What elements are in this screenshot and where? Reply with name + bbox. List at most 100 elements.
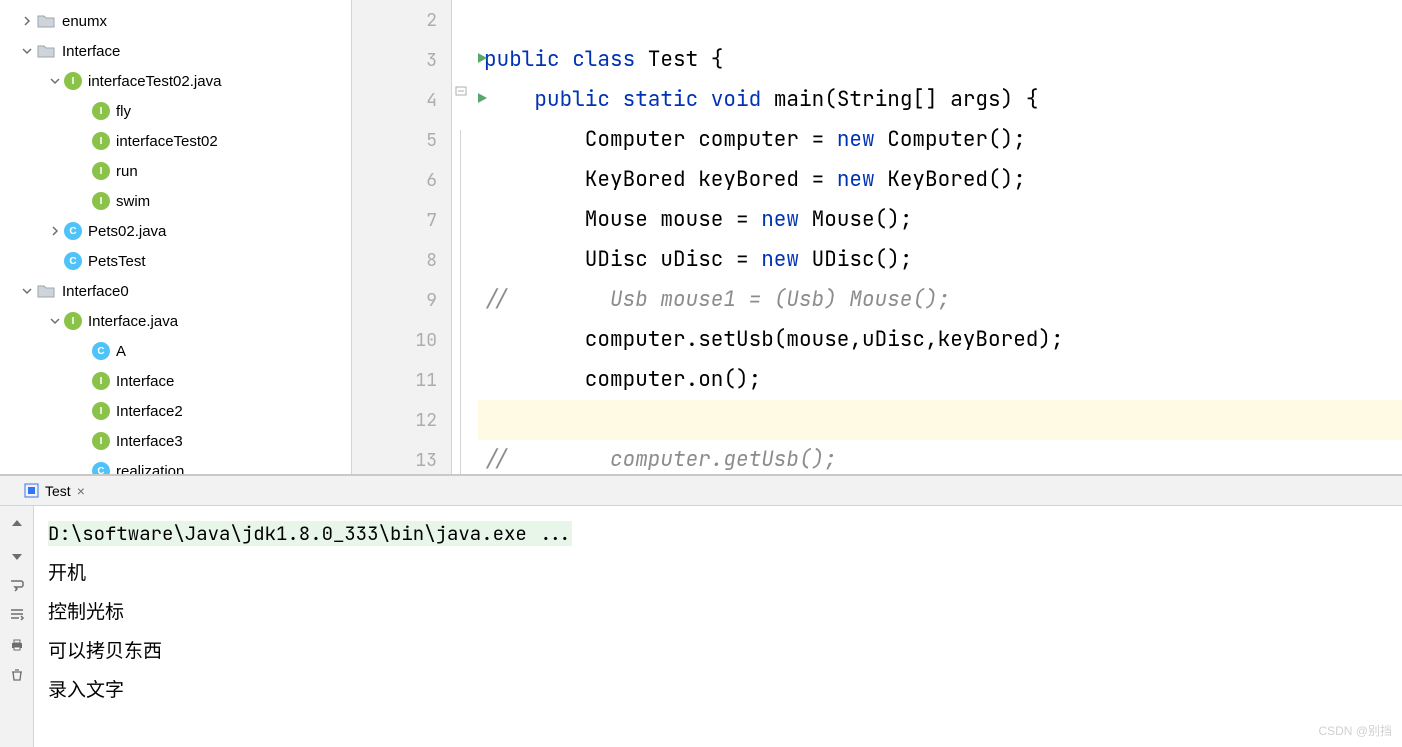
tree-item[interactable]: Interface0 <box>0 276 351 306</box>
line-number: 12 <box>415 409 437 432</box>
console-line: 录入文字 <box>48 670 1388 709</box>
code-line[interactable]: KeyBored keyBored = new KeyBored(); <box>478 160 1402 200</box>
line-number: 11 <box>415 369 437 392</box>
tree-item[interactable]: Interface <box>0 36 351 66</box>
console-command-line: D:\software\Java\jdk1.8.0_333\bin\java.e… <box>48 521 572 546</box>
folder-icon <box>36 11 56 31</box>
line-number: 5 <box>426 129 437 152</box>
folder-icon <box>36 281 56 301</box>
code-line[interactable]: // computer.getUsb(); <box>478 440 1402 474</box>
tree-label: run <box>116 163 138 180</box>
tree-label: Interface.java <box>88 313 178 330</box>
code-line[interactable]: public class Test { <box>478 40 1402 80</box>
scroll-to-end-icon[interactable] <box>6 604 28 626</box>
tree-item[interactable]: CA <box>0 336 351 366</box>
folder-icon <box>36 41 56 61</box>
run-tab-label: Test <box>45 483 71 499</box>
code-line[interactable]: // Usb mouse1 = (Usb) Mouse(); <box>478 280 1402 320</box>
interface-icon: I <box>64 72 82 90</box>
line-number: 8 <box>426 249 437 272</box>
console-output[interactable]: D:\software\Java\jdk1.8.0_333\bin\java.e… <box>34 506 1402 747</box>
console-line: 控制光标 <box>48 592 1388 631</box>
chevron-down-icon[interactable] <box>46 72 64 90</box>
tree-label: swim <box>116 193 150 210</box>
tree-label: A <box>116 343 126 360</box>
tree-item[interactable]: IInterface <box>0 366 351 396</box>
line-number: 13 <box>415 449 437 472</box>
class-icon: C <box>92 462 110 474</box>
code-line[interactable] <box>478 400 1402 440</box>
line-number: 3 <box>426 49 437 72</box>
tree-item[interactable]: C PetsTest <box>0 246 351 276</box>
fold-column <box>452 0 478 474</box>
console-line: 开机 <box>48 553 1388 592</box>
soft-wrap-icon[interactable] <box>6 574 28 596</box>
chevron-down-icon[interactable] <box>18 282 36 300</box>
interface-icon: I <box>92 102 110 120</box>
close-icon[interactable]: × <box>77 483 85 499</box>
tree-label: realization <box>116 463 184 475</box>
line-number: 9 <box>426 289 437 312</box>
line-gutter: 2345678910111213 <box>352 0 452 474</box>
tree-label: Pets02.java <box>88 223 166 240</box>
tree-item[interactable]: I Interface.java <box>0 306 351 336</box>
code-line[interactable]: Mouse mouse = new Mouse(); <box>478 200 1402 240</box>
code-editor[interactable]: 2345678910111213 public class Test { pub… <box>351 0 1402 474</box>
chevron-right-icon[interactable] <box>18 12 36 30</box>
tree-item[interactable]: IInterface3 <box>0 426 351 456</box>
fold-marker-icon[interactable] <box>454 84 468 101</box>
interface-icon: I <box>64 312 82 330</box>
line-number: 2 <box>426 9 437 32</box>
code-line[interactable]: computer.setUsb(mouse,uDisc,keyBored); <box>478 320 1402 360</box>
code-line[interactable]: Computer computer = new Computer(); <box>478 120 1402 160</box>
down-arrow-icon[interactable] <box>6 544 28 566</box>
tree-item[interactable]: C Pets02.java <box>0 216 351 246</box>
chevron-right-icon[interactable] <box>46 222 64 240</box>
tree-label: fly <box>116 103 131 120</box>
class-icon: C <box>92 342 110 360</box>
run-config-icon <box>24 483 39 498</box>
run-tab-test[interactable]: Test × <box>18 483 91 499</box>
class-icon: C <box>64 252 82 270</box>
print-icon[interactable] <box>6 634 28 656</box>
interface-icon: I <box>92 372 110 390</box>
project-tree: enumxInterfaceIinterfaceTest02.javaIflyI… <box>0 0 351 474</box>
tree-label: Interface2 <box>116 403 183 420</box>
interface-icon: I <box>92 402 110 420</box>
tree-label: Interface <box>62 43 120 60</box>
watermark: CSDN @别挡 <box>1318 722 1392 739</box>
up-arrow-icon[interactable] <box>6 514 28 536</box>
tree-item[interactable]: Irun <box>0 156 351 186</box>
code-line[interactable] <box>478 0 1402 40</box>
tree-label: Interface0 <box>62 283 129 300</box>
console-line: 可以拷贝东西 <box>48 631 1388 670</box>
tree-item[interactable]: IinterfaceTest02 <box>0 126 351 156</box>
line-number: 6 <box>426 169 437 192</box>
code-line[interactable]: public static void main(String[] args) { <box>478 80 1402 120</box>
tree-label: Interface3 <box>116 433 183 450</box>
tree-item[interactable]: I Interface2 <box>0 396 351 426</box>
console-toolbar <box>0 506 34 747</box>
code-line[interactable]: UDisc uDisc = new UDisc(); <box>478 240 1402 280</box>
interface-icon: I <box>92 192 110 210</box>
line-number: 4 <box>426 89 437 112</box>
tree-label: PetsTest <box>88 253 146 270</box>
tree-item[interactable]: IinterfaceTest02.java <box>0 66 351 96</box>
code-area[interactable]: public class Test { public static void m… <box>478 0 1402 474</box>
tree-item[interactable]: enumx <box>0 6 351 36</box>
tree-item[interactable]: Ifly <box>0 96 351 126</box>
tree-item[interactable]: Crealization <box>0 456 351 474</box>
chevron-down-icon[interactable] <box>46 312 64 330</box>
code-line[interactable]: computer.on(); <box>478 360 1402 400</box>
class-icon: C <box>64 222 82 240</box>
trash-icon[interactable] <box>6 664 28 686</box>
tree-label: enumx <box>62 13 107 30</box>
tree-item[interactable]: Iswim <box>0 186 351 216</box>
interface-icon: I <box>92 132 110 150</box>
chevron-down-icon[interactable] <box>18 42 36 60</box>
line-number: 10 <box>415 329 437 352</box>
tree-label: interfaceTest02.java <box>88 73 221 90</box>
run-panel: Test × D:\software\Java\jdk1.8.0_333\bin… <box>0 474 1402 747</box>
tree-label: interfaceTest02 <box>116 133 218 150</box>
interface-icon: I <box>92 162 110 180</box>
